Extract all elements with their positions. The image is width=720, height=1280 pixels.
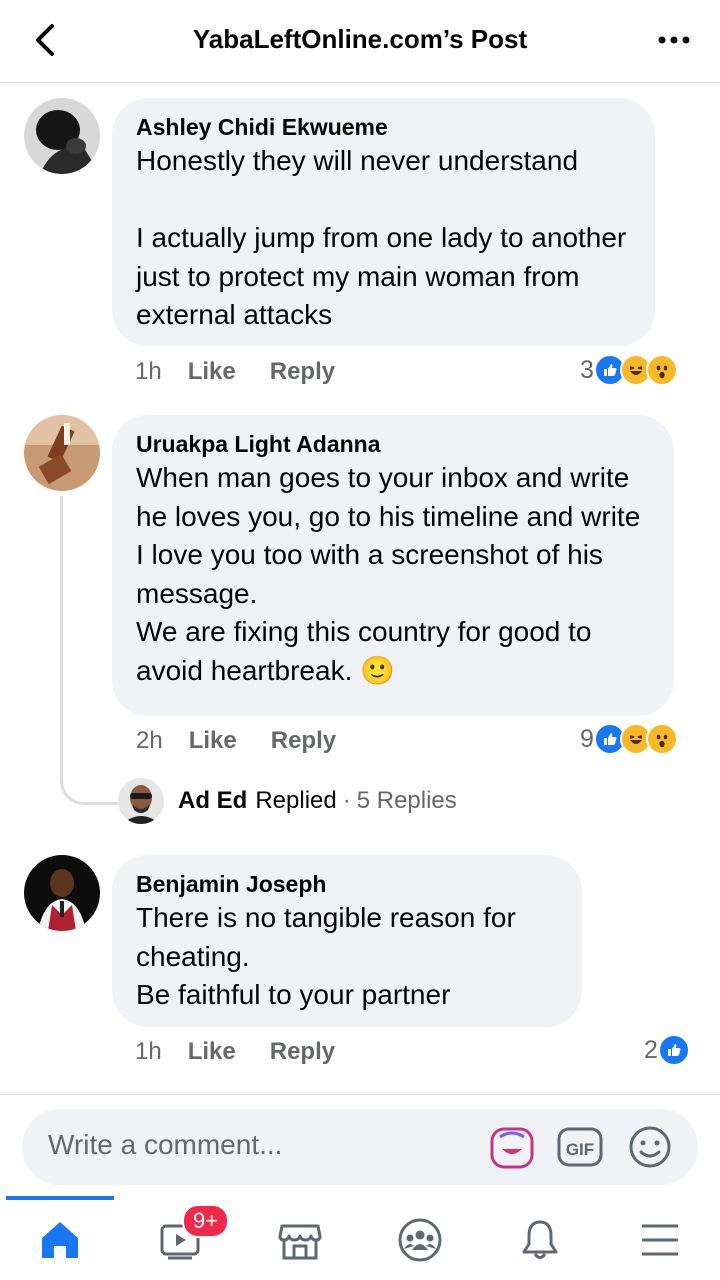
comment-text: Honestly they will never understand I ac… [136,145,627,330]
notification-badge: 9+ [182,1204,230,1238]
reaction-count: 2 [644,1035,658,1064]
like-reaction-icon [657,1034,690,1066]
comment-text: When man goes to your inbox and write he… [136,462,641,686]
marketplace-icon[interactable] [270,1210,330,1270]
reply-count: 5 Replies [356,787,457,814]
view-replies-link[interactable]: Ad Ed Replied · 5 Replies [118,778,457,824]
page-title: YabaLeftOnline.com’s Post [192,24,528,54]
top-bar: YabaLeftOnline.com’s Post [0,0,720,83]
avatar[interactable] [24,98,100,174]
groups-icon[interactable] [390,1210,450,1270]
like-button[interactable]: Like [188,1038,236,1066]
comment-text: There is no tangible reason for cheating… [136,902,516,1010]
reply-button[interactable]: Reply [270,358,335,386]
wow-reaction-icon [645,723,678,755]
svg-text:GIF: GIF [566,1140,594,1159]
notifications-icon[interactable] [510,1210,570,1270]
comment-bubble: Ashley Chidi Ekwueme Honestly they will … [112,98,655,346]
comment-time: 1h [135,1038,162,1065]
comment-time: 1h [135,358,162,385]
comment-bubble: Uruakpa Light Adanna When man goes to yo… [112,415,674,716]
like-button[interactable]: Like [189,727,237,755]
like-button[interactable]: Like [188,358,236,386]
comment-author[interactable]: Benjamin Joseph [136,869,558,899]
reply-button[interactable]: Reply [271,727,336,755]
more-options-icon[interactable] [654,30,694,50]
reactions-summary[interactable]: 9 [580,723,678,755]
reaction-count: 3 [580,355,594,384]
comment-author[interactable]: Uruakpa Light Adanna [136,429,650,459]
active-tab-indicator [6,1196,114,1200]
comment-placeholder: Write a comment... [48,1129,283,1160]
bottom-navigation: 9+ [0,1196,720,1280]
home-icon[interactable] [30,1210,90,1270]
avatar[interactable] [24,415,100,491]
comment-actions: 1h Like Reply [135,358,369,386]
reaction-count: 9 [580,724,594,753]
reply-verb: Replied [255,787,337,814]
comment-composer-bar: Write a comment... GIF [0,1094,720,1197]
gif-icon[interactable]: GIF [556,1123,604,1171]
comment-actions: 1h Like Reply [135,1038,369,1066]
menu-icon[interactable] [630,1210,690,1270]
comment-actions: 2h Like Reply [136,727,370,755]
reply-button[interactable]: Reply [270,1038,335,1066]
avatar[interactable] [24,855,100,931]
avatar-sticker-icon[interactable] [488,1123,536,1171]
reactions-summary[interactable]: 3 [580,354,678,386]
comment-author[interactable]: Ashley Chidi Ekwueme [136,112,631,142]
comment-time: 2h [136,727,163,754]
reactions-summary[interactable]: 2 [644,1034,690,1066]
wow-reaction-icon [645,354,678,386]
avatar [118,778,164,824]
reply-author: Ad Ed [178,787,248,814]
comment-input[interactable]: Write a comment... GIF [22,1109,698,1185]
emoji-icon[interactable] [626,1123,674,1171]
separator: · [342,787,351,814]
comment-bubble: Benjamin Joseph There is no tangible rea… [112,855,582,1027]
